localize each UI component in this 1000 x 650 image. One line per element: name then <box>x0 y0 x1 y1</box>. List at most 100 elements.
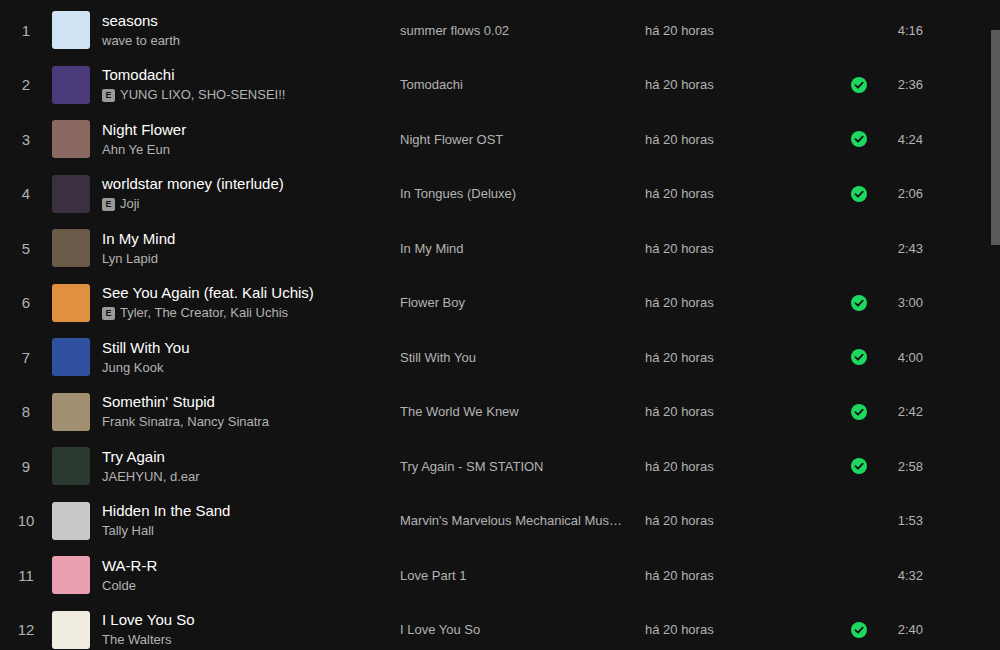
track-row[interactable]: 3Night FlowerAhn Ye EunNight Flower OSTh… <box>0 112 1000 167</box>
saved-check-icon[interactable] <box>851 458 867 474</box>
track-title[interactable]: I Love You So <box>102 611 400 629</box>
track-album[interactable]: In My Mind <box>400 241 645 256</box>
track-title[interactable]: Hidden In the Sand <box>102 502 400 520</box>
track-row[interactable]: 12I Love You SoThe WaltersI Love You Soh… <box>0 603 1000 650</box>
date-added: há 20 horas <box>645 23 847 38</box>
artist-line: ETyler, The Creator, Kali Uchis <box>102 305 400 321</box>
track-row[interactable]: 8Somethin' StupidFrank Sinatra, Nancy Si… <box>0 385 1000 440</box>
track-row[interactable]: 9Try AgainJAEHYUN, d.earTry Again - SM S… <box>0 439 1000 494</box>
album-cover[interactable] <box>52 338 90 376</box>
track-title[interactable]: Night Flower <box>102 121 400 139</box>
track-row[interactable]: 11WA-R-RColdeLove Part 1há 20 horas4:32 <box>0 548 1000 603</box>
track-album[interactable]: Night Flower OST <box>400 132 645 147</box>
track-artists[interactable]: Lyn Lapid <box>102 251 158 267</box>
track-artists[interactable]: Tally Hall <box>102 523 154 539</box>
track-artists[interactable]: YUNG LIXO, SHO-SENSEI!! <box>120 87 285 103</box>
track-duration: 4:32 <box>871 568 923 583</box>
saved-check-icon[interactable] <box>851 295 867 311</box>
artist-line: Colde <box>102 578 400 594</box>
track-number: 4 <box>0 185 52 202</box>
track-album[interactable]: Tomodachi <box>400 77 645 92</box>
artist-line: The Walters <box>102 632 400 648</box>
track-info: Somethin' Stupid Frank Sinatra, Nancy Sin… <box>90 393 400 430</box>
track-info: worldstar money (interlude)EJoji <box>90 175 400 212</box>
date-added: há 20 horas <box>645 568 847 583</box>
track-title[interactable]: In My Mind <box>102 230 400 248</box>
track-artists[interactable]: Frank Sinatra, Nancy Sinatra <box>102 414 269 430</box>
album-cover[interactable] <box>52 66 90 104</box>
track-list: 1seasonswave to earthsummer flows 0.02há… <box>0 0 1000 650</box>
track-album[interactable]: Marvin's Marvelous Mechanical Mus… <box>400 513 645 528</box>
track-number: 10 <box>0 512 52 529</box>
track-title[interactable]: Still With You <box>102 339 400 357</box>
explicit-badge: E <box>102 89 115 102</box>
track-artists[interactable]: The Walters <box>102 632 172 648</box>
artist-line: Ahn Ye Eun <box>102 142 400 158</box>
album-cover[interactable] <box>52 393 90 431</box>
track-number: 3 <box>0 131 52 148</box>
track-row[interactable]: 5In My MindLyn LapidIn My Mindhá 20 hora… <box>0 221 1000 276</box>
track-row[interactable]: 1 seasons wave to earth summer flows 0.02há… <box>0 3 1000 58</box>
track-row[interactable]: 2 Tomodachi E YUNG LIXO, SHO-SENSEI!! Tomoda… <box>0 58 1000 113</box>
saved-check-icon[interactable] <box>851 622 867 638</box>
track-artists[interactable]: Tyler, The Creator, Kali Uchis <box>120 305 288 321</box>
track-album[interactable]: The World We Knew <box>400 404 645 419</box>
album-cover[interactable] <box>52 229 90 267</box>
track-album[interactable]: Try Again - SM STATION <box>400 459 645 474</box>
track-title[interactable]: See You Again (feat. Kali Uchis) <box>102 284 400 302</box>
track-title[interactable]: WA-R-R <box>102 557 400 575</box>
saved-check-icon[interactable] <box>851 404 867 420</box>
track-artists[interactable]: Ahn Ye Eun <box>102 142 170 158</box>
track-title[interactable]: Somethin' Stupid <box>102 393 400 411</box>
saved-check-icon[interactable] <box>851 349 867 365</box>
track-album[interactable]: Still With You <box>400 350 645 365</box>
saved-check-icon[interactable] <box>851 77 867 93</box>
album-cover[interactable] <box>52 120 90 158</box>
saved-check-icon[interactable] <box>851 186 867 202</box>
scrollbar-thumb[interactable] <box>991 30 1000 245</box>
album-cover[interactable] <box>52 284 90 322</box>
track-artists[interactable]: Colde <box>102 578 136 594</box>
track-artists[interactable]: JAEHYUN, d.ear <box>102 469 200 485</box>
track-duration: 2:40 <box>871 622 923 637</box>
track-duration: 2:43 <box>871 241 923 256</box>
album-cover[interactable] <box>52 502 90 540</box>
date-added: há 20 horas <box>645 186 847 201</box>
track-duration: 4:16 <box>871 23 923 38</box>
album-cover[interactable] <box>52 556 90 594</box>
track-artists[interactable]: Joji <box>120 196 140 212</box>
track-duration: 2:58 <box>871 459 923 474</box>
track-row[interactable]: 6See You Again (feat. Kali Uchis)ETyler,… <box>0 276 1000 331</box>
track-album[interactable]: Flower Boy <box>400 295 645 310</box>
album-cover[interactable] <box>52 447 90 485</box>
track-artists[interactable]: wave to earth <box>102 33 180 49</box>
album-cover[interactable] <box>52 175 90 213</box>
saved-check-icon[interactable] <box>851 131 867 147</box>
album-cover[interactable] <box>52 11 90 49</box>
track-album[interactable]: Love Part 1 <box>400 568 645 583</box>
track-duration: 2:42 <box>871 404 923 419</box>
track-row[interactable]: 4 worldstar money (interlude)EJojiIn Tong… <box>0 167 1000 222</box>
track-number: 2 <box>0 76 52 93</box>
saved-cell <box>847 77 871 93</box>
track-album[interactable]: summer flows 0.02 <box>400 23 645 38</box>
track-artists[interactable]: Jung Kook <box>102 360 163 376</box>
date-added: há 20 horas <box>645 513 847 528</box>
track-title[interactable]: seasons <box>102 12 400 30</box>
track-row[interactable]: 7Still With YouJung KookStill With Youhá… <box>0 330 1000 385</box>
track-info: In My Mind Lyn Lapid <box>90 230 400 267</box>
album-cover[interactable] <box>52 611 90 649</box>
track-album[interactable]: I Love You So <box>400 622 645 637</box>
track-album[interactable]: In Tongues (Deluxe) <box>400 186 645 201</box>
track-title[interactable]: Tomodachi <box>102 66 400 84</box>
artist-line: Frank Sinatra, Nancy Sinatra <box>102 414 400 430</box>
track-title[interactable]: worldstar money (interlude) <box>102 175 400 193</box>
track-row[interactable]: 10 Hidden In the Sand Tally Hall Marvin's M… <box>0 494 1000 549</box>
artist-line: JAEHYUN, d.ear <box>102 469 400 485</box>
saved-cell <box>847 622 871 638</box>
track-duration: 3:00 <box>871 295 923 310</box>
scrollbar[interactable] <box>991 0 1000 650</box>
saved-cell <box>847 404 871 420</box>
track-number: 1 <box>0 22 52 39</box>
track-title[interactable]: Try Again <box>102 448 400 466</box>
